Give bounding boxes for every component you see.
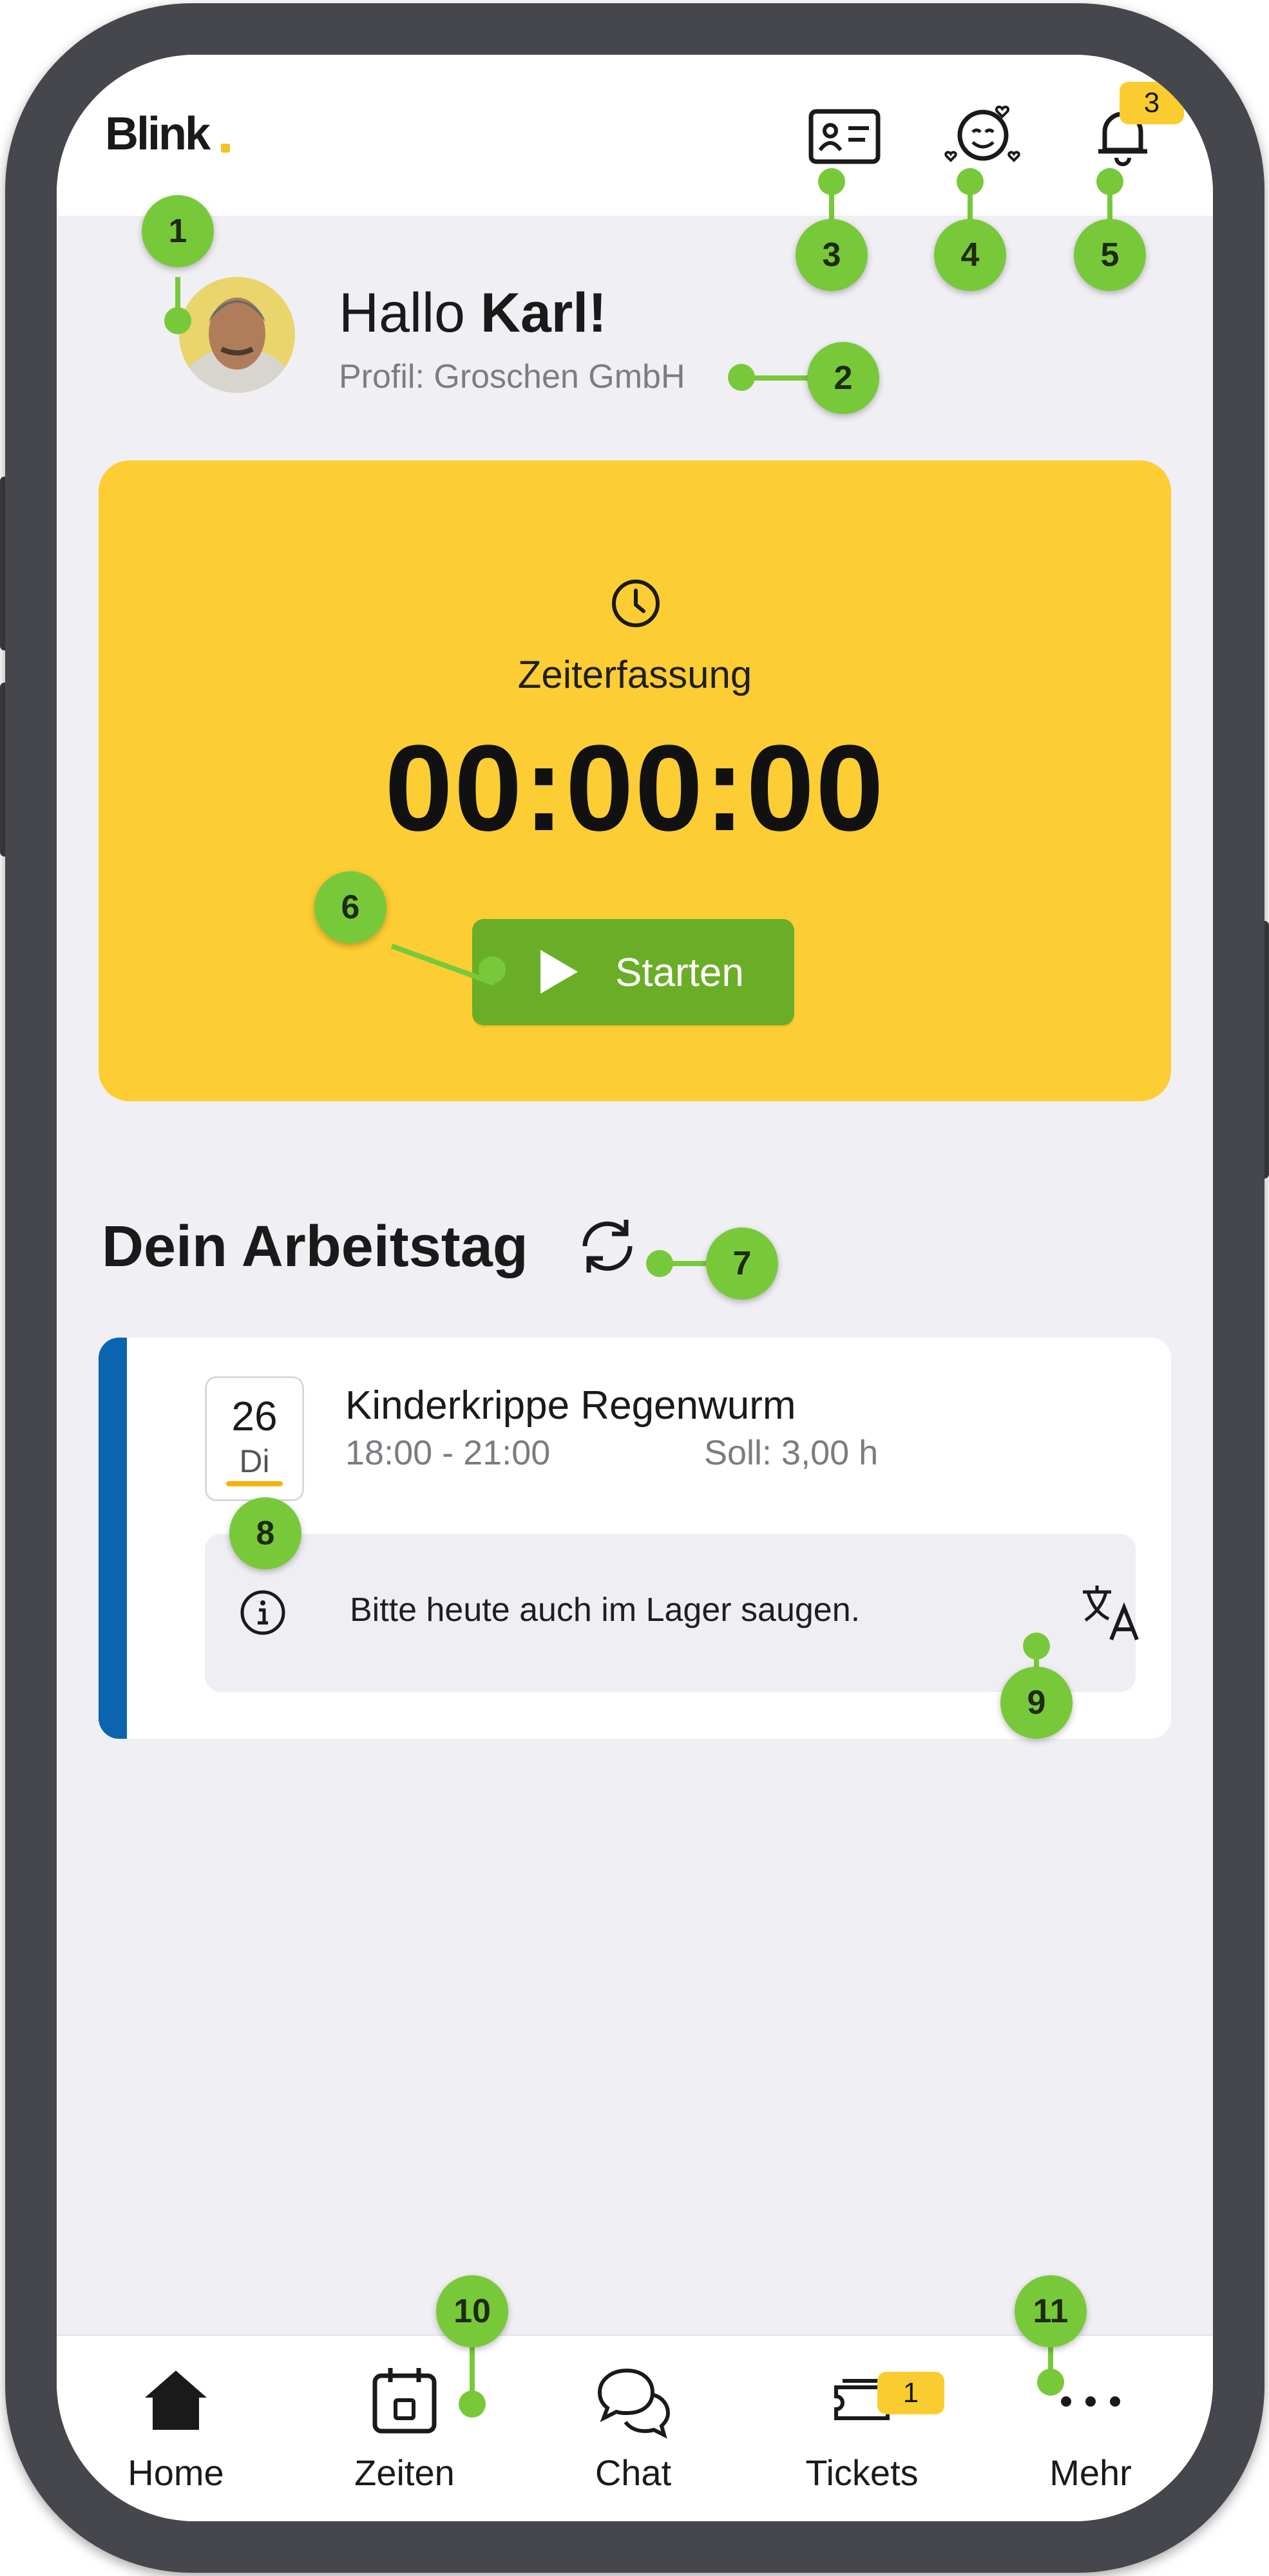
shift-note-text: Bitte heute auch im Lager saugen. (350, 1591, 861, 1629)
nav-chat[interactable]: Chat (537, 2336, 730, 2521)
callout-3-anchor (818, 168, 845, 195)
callout-4-anchor (957, 168, 984, 195)
callout-10-anchor (459, 2391, 486, 2418)
callout-9: 9 (1000, 1667, 1073, 1739)
bottom-navigation: Home Zeiten Chat Tickets Mehr (57, 2334, 1213, 2521)
shift-note: Bitte heute auch im Lager saugen. (205, 1534, 1139, 1692)
callout-6: 6 (314, 871, 386, 943)
app-screen: Blink 3 Hallo Karl! Profil: Groschen Gmb… (57, 55, 1213, 2521)
avatar[interactable] (179, 277, 295, 393)
mood-icon[interactable] (944, 100, 1022, 171)
more-icon (1061, 2396, 1120, 2407)
info-icon (240, 1590, 285, 1635)
callout-6-anchor (479, 956, 506, 983)
chat-icon (597, 2368, 671, 2439)
id-card-icon[interactable] (806, 100, 883, 171)
workday-heading: Dein Arbeitstag (102, 1215, 528, 1279)
callout-4: 4 (934, 219, 1006, 291)
callout-1: 1 (142, 195, 214, 267)
nav-tickets[interactable]: Tickets (765, 2336, 959, 2521)
today-underline (226, 1481, 283, 1486)
greeting-name: Karl! (480, 282, 607, 344)
callout-11: 11 (1015, 2275, 1087, 2347)
shift-target-hours: Soll: 3,00 h (704, 1434, 879, 1472)
nav-more-label: Mehr (1049, 2452, 1132, 2493)
callout-2-anchor (728, 364, 755, 391)
translate-icon[interactable] (1078, 1579, 1142, 1643)
play-icon (540, 950, 578, 994)
callout-9-anchor (1023, 1633, 1050, 1660)
callout-7: 7 (706, 1227, 778, 1300)
notification-count-badge: 3 (1120, 82, 1184, 124)
timer-display: 00:00:00 (385, 720, 885, 857)
blink-logo: Blink (105, 108, 211, 160)
home-icon (145, 2371, 207, 2430)
nav-zeiten-label: Zeiten (354, 2452, 455, 2493)
top-bar: Blink (57, 55, 1213, 216)
callout-5: 5 (1074, 219, 1146, 291)
greeting-heading: Hallo Karl! (339, 281, 607, 345)
logo-dot (221, 144, 230, 153)
time-tracking-label: Zeiterfassung (517, 653, 752, 696)
avatar-photo (179, 277, 295, 393)
shift-time: 18:00 - 21:00 (345, 1434, 551, 1472)
callout-1-anchor (164, 307, 191, 334)
callout-11-anchor (1037, 2369, 1064, 2396)
shift-color-bar (99, 1338, 127, 1739)
callout-8: 8 (229, 1497, 301, 1569)
nav-tickets-label: Tickets (805, 2452, 919, 2493)
start-button[interactable]: Starten (472, 919, 794, 1025)
callout-7-anchor (646, 1250, 673, 1277)
greeting-hello: Hallo (339, 282, 481, 344)
callout-3: 3 (796, 219, 868, 291)
refresh-icon[interactable] (572, 1211, 643, 1282)
shift-date-number: 26 (231, 1393, 278, 1439)
shift-date: 26 Di (205, 1376, 304, 1501)
nav-home[interactable]: Home (79, 2336, 272, 2521)
nav-chat-label: Chat (595, 2452, 672, 2493)
callout-5-anchor (1096, 168, 1123, 195)
start-button-label: Starten (615, 951, 744, 995)
shift-date-weekday: Di (239, 1443, 270, 1479)
clock-icon (612, 580, 660, 627)
calendar-icon (372, 2368, 437, 2434)
shift-location: Kinderkrippe Regenwurm (345, 1383, 796, 1428)
nav-home-label: Home (128, 2452, 224, 2493)
callout-10: 10 (436, 2275, 508, 2347)
nav-more[interactable]: Mehr (994, 2336, 1187, 2521)
profile-label[interactable]: Profil: Groschen GmbH (339, 357, 685, 396)
tickets-count-badge: 1 (877, 2372, 944, 2414)
callout-2: 2 (807, 342, 879, 414)
time-tracking-card: Zeiterfassung 00:00:00 Starten (99, 460, 1171, 1101)
phone-frame: Blink 3 Hallo Karl! Profil: Groschen Gmb… (5, 3, 1264, 2573)
